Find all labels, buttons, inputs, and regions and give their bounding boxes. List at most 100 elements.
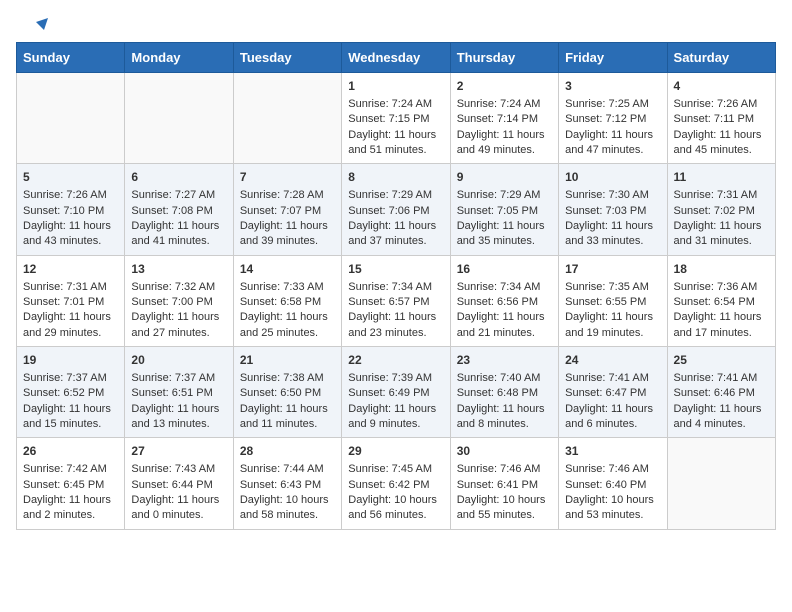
day-number: 9 [457,169,552,186]
cell-content: Sunrise: 7:34 AM [457,280,552,295]
col-header-monday: Monday [125,43,233,73]
cell-content: Sunrise: 7:31 AM [23,280,118,295]
cell-content: Daylight: 11 hours [131,219,226,234]
cell-content: and 53 minutes. [565,508,660,523]
day-number: 18 [674,261,769,278]
day-number: 24 [565,352,660,369]
cell-content: Sunset: 7:05 PM [457,204,552,219]
logo [24,18,48,34]
cell-content: and 0 minutes. [131,508,226,523]
day-number: 4 [674,78,769,95]
cell-content: and 31 minutes. [674,234,769,249]
cell-content: Sunset: 6:42 PM [348,478,443,493]
day-number: 6 [131,169,226,186]
calendar-week-2: 5Sunrise: 7:26 AMSunset: 7:10 PMDaylight… [17,164,776,255]
cell-content: and 35 minutes. [457,234,552,249]
cell-content: Sunrise: 7:40 AM [457,371,552,386]
cell-content: Sunrise: 7:30 AM [565,188,660,203]
col-header-wednesday: Wednesday [342,43,450,73]
cell-content: Daylight: 10 hours [565,493,660,508]
cell-content: Sunset: 7:01 PM [23,295,118,310]
day-number: 12 [23,261,118,278]
cell-content: Sunrise: 7:44 AM [240,462,335,477]
day-number: 11 [674,169,769,186]
cell-content: Sunset: 7:12 PM [565,112,660,127]
cell-content: Sunset: 7:00 PM [131,295,226,310]
cell-content: and 27 minutes. [131,326,226,341]
cell-content: Daylight: 11 hours [565,128,660,143]
cell-content: Sunset: 6:49 PM [348,386,443,401]
cell-content: Sunrise: 7:37 AM [23,371,118,386]
calendar-cell: 28Sunrise: 7:44 AMSunset: 6:43 PMDayligh… [233,438,341,529]
calendar-cell: 24Sunrise: 7:41 AMSunset: 6:47 PMDayligh… [559,347,667,438]
cell-content: and 19 minutes. [565,326,660,341]
calendar-cell: 11 Sunrise: 7:31 AMSunset: 7:02 PMDayligh… [667,164,775,255]
cell-content: Daylight: 11 hours [131,310,226,325]
cell-content: Sunrise: 7:29 AM [348,188,443,203]
cell-content: Sunrise: 7:31 AM [674,188,769,203]
calendar-cell: 21Sunrise: 7:38 AMSunset: 6:50 PMDayligh… [233,347,341,438]
calendar-cell: 17Sunrise: 7:35 AMSunset: 6:55 PMDayligh… [559,255,667,346]
calendar-cell: 9Sunrise: 7:29 AMSunset: 7:05 PMDaylight… [450,164,558,255]
calendar-cell: 27Sunrise: 7:43 AMSunset: 6:44 PMDayligh… [125,438,233,529]
day-number: 15 [348,261,443,278]
day-number: 26 [23,443,118,460]
calendar-cell: 31Sunrise: 7:46 AMSunset: 6:40 PMDayligh… [559,438,667,529]
cell-content: Sunset: 7:14 PM [457,112,552,127]
cell-content: Daylight: 11 hours [348,310,443,325]
calendar-table: SundayMondayTuesdayWednesdayThursdayFrid… [16,42,776,530]
cell-content: Daylight: 11 hours [240,402,335,417]
day-number: 16 [457,261,552,278]
day-number: 27 [131,443,226,460]
cell-content: Sunrise: 7:43 AM [131,462,226,477]
cell-content: Daylight: 11 hours [674,219,769,234]
cell-content: Sunset: 7:10 PM [23,204,118,219]
calendar-cell: 23Sunrise: 7:40 AMSunset: 6:48 PMDayligh… [450,347,558,438]
cell-content: and 56 minutes. [348,508,443,523]
cell-content: Sunset: 7:08 PM [131,204,226,219]
calendar-week-5: 26Sunrise: 7:42 AMSunset: 6:45 PMDayligh… [17,438,776,529]
day-number: 25 [674,352,769,369]
cell-content: Daylight: 11 hours [240,310,335,325]
cell-content: and 4 minutes. [674,417,769,432]
cell-content: and 43 minutes. [23,234,118,249]
logo-icon [26,16,48,38]
cell-content: Sunset: 6:44 PM [131,478,226,493]
cell-content: and 15 minutes. [23,417,118,432]
cell-content: and 33 minutes. [565,234,660,249]
cell-content: and 37 minutes. [348,234,443,249]
cell-content: and 23 minutes. [348,326,443,341]
cell-content: Sunset: 6:47 PM [565,386,660,401]
cell-content: Sunrise: 7:32 AM [131,280,226,295]
cell-content: Sunrise: 7:36 AM [674,280,769,295]
cell-content: Sunrise: 7:46 AM [565,462,660,477]
cell-content: Sunrise: 7:34 AM [348,280,443,295]
cell-content: Sunrise: 7:33 AM [240,280,335,295]
cell-content: Sunset: 6:45 PM [23,478,118,493]
cell-content: Sunrise: 7:46 AM [457,462,552,477]
cell-content: Sunset: 6:55 PM [565,295,660,310]
calendar-week-4: 19Sunrise: 7:37 AMSunset: 6:52 PMDayligh… [17,347,776,438]
cell-content: Sunrise: 7:39 AM [348,371,443,386]
cell-content: and 39 minutes. [240,234,335,249]
col-header-sunday: Sunday [17,43,125,73]
cell-content: Sunset: 7:02 PM [674,204,769,219]
day-number: 29 [348,443,443,460]
day-number: 17 [565,261,660,278]
day-number: 31 [565,443,660,460]
cell-content: Sunrise: 7:38 AM [240,371,335,386]
cell-content: Daylight: 11 hours [674,310,769,325]
calendar-header: SundayMondayTuesdayWednesdayThursdayFrid… [17,43,776,73]
cell-content: Daylight: 11 hours [131,402,226,417]
calendar-cell: 12Sunrise: 7:31 AMSunset: 7:01 PMDayligh… [17,255,125,346]
cell-content: and 51 minutes. [348,143,443,158]
cell-content: Daylight: 10 hours [457,493,552,508]
cell-content: Sunset: 6:41 PM [457,478,552,493]
cell-content: Daylight: 11 hours [348,128,443,143]
calendar-body: 1Sunrise: 7:24 AMSunset: 7:15 PMDaylight… [17,73,776,530]
cell-content: Sunrise: 7:35 AM [565,280,660,295]
cell-content: Sunrise: 7:26 AM [23,188,118,203]
cell-content: Sunset: 6:50 PM [240,386,335,401]
cell-content: and 58 minutes. [240,508,335,523]
cell-content: Daylight: 11 hours [457,402,552,417]
